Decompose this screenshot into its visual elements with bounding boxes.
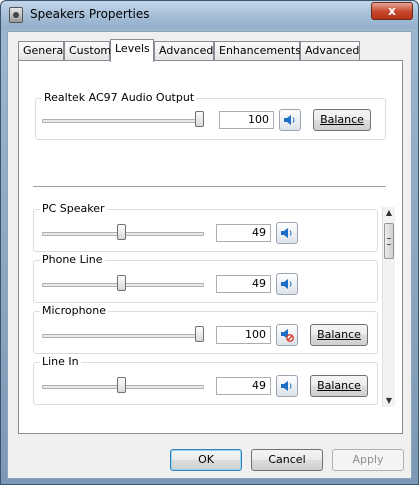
apply-button[interactable]: Apply [332,449,404,471]
channel-mute-button[interactable] [276,324,298,346]
tab-custom[interactable]: Custom [64,41,111,61]
channel-label: Microphone [40,304,109,317]
master-slider-track[interactable] [42,119,204,123]
scroll-down-arrow[interactable]: ▼ [383,395,395,407]
master-mute-button[interactable] [279,109,301,131]
tab-levels[interactable]: Levels [110,39,154,62]
master-volume-field[interactable]: 100 [219,111,274,129]
master-slider-thumb[interactable] [195,111,204,127]
levels-panel: Realtek AC97 Audio Output 100 Balance PC… [18,60,403,434]
ok-button[interactable]: OK [170,449,242,471]
window-title: Speakers Properties [30,7,150,21]
channel-slider-thumb[interactable] [116,224,126,240]
master-balance-button[interactable]: Balance [313,109,371,131]
channel-group-pc-speaker: PC Speaker 49 [33,202,378,252]
master-volume-group: Realtek AC97 Audio Output 100 Balance [35,91,386,140]
channel-label: Phone Line [40,253,105,266]
divider [33,186,386,188]
channel-list-scrollbar[interactable]: ▲ ▼ [382,207,395,407]
close-button[interactable]: x [371,2,413,20]
channel-mute-button[interactable] [276,222,298,244]
channel-slider-track[interactable] [42,334,204,338]
channel-mute-button[interactable] [276,273,298,295]
channel-balance-label: Balance [317,379,361,392]
channel-group-phone-line: Phone Line 49 [33,253,378,303]
channel-slider-thumb[interactable] [116,275,126,291]
master-device-label: Realtek AC97 Audio Output [42,91,197,104]
scroll-up-arrow[interactable]: ▲ [383,207,395,219]
channel-volume-field[interactable]: 100 [216,326,271,344]
channel-group-microphone: Microphone 100 Balance [33,304,378,354]
channel-volume-field[interactable]: 49 [216,275,271,293]
channel-label: Line In [40,355,81,368]
channel-balance-label: Balance [317,328,361,341]
channel-group-line-in: Line In 49 Balance [33,355,378,405]
channel-volume-field[interactable]: 49 [216,377,271,395]
channel-balance-button[interactable]: Balance [310,375,368,397]
channel-mute-button[interactable] [276,375,298,397]
tab-enhancements[interactable]: Enhancements [214,41,301,61]
speaker-app-icon [9,7,23,23]
master-balance-label: Balance [320,113,364,126]
dialog-window: Speakers Properties x General Custom Lev… [0,0,419,485]
channel-volume-field[interactable]: 49 [216,224,271,242]
channel-slider-thumb[interactable] [116,377,126,393]
tab-advanced[interactable]: Advanced [154,41,214,61]
channel-slider-thumb[interactable] [195,326,204,342]
scroll-thumb[interactable] [384,223,394,259]
channel-balance-button[interactable]: Balance [310,324,368,346]
tab-advanced-2[interactable]: Advanced [300,41,360,61]
channel-label: PC Speaker [40,202,107,215]
title-bar[interactable]: Speakers Properties x [1,1,418,29]
dialog-client-area: General Custom Levels Advanced Enhanceme… [7,31,412,479]
cancel-button[interactable]: Cancel [251,449,323,471]
tab-general[interactable]: General [18,41,66,61]
